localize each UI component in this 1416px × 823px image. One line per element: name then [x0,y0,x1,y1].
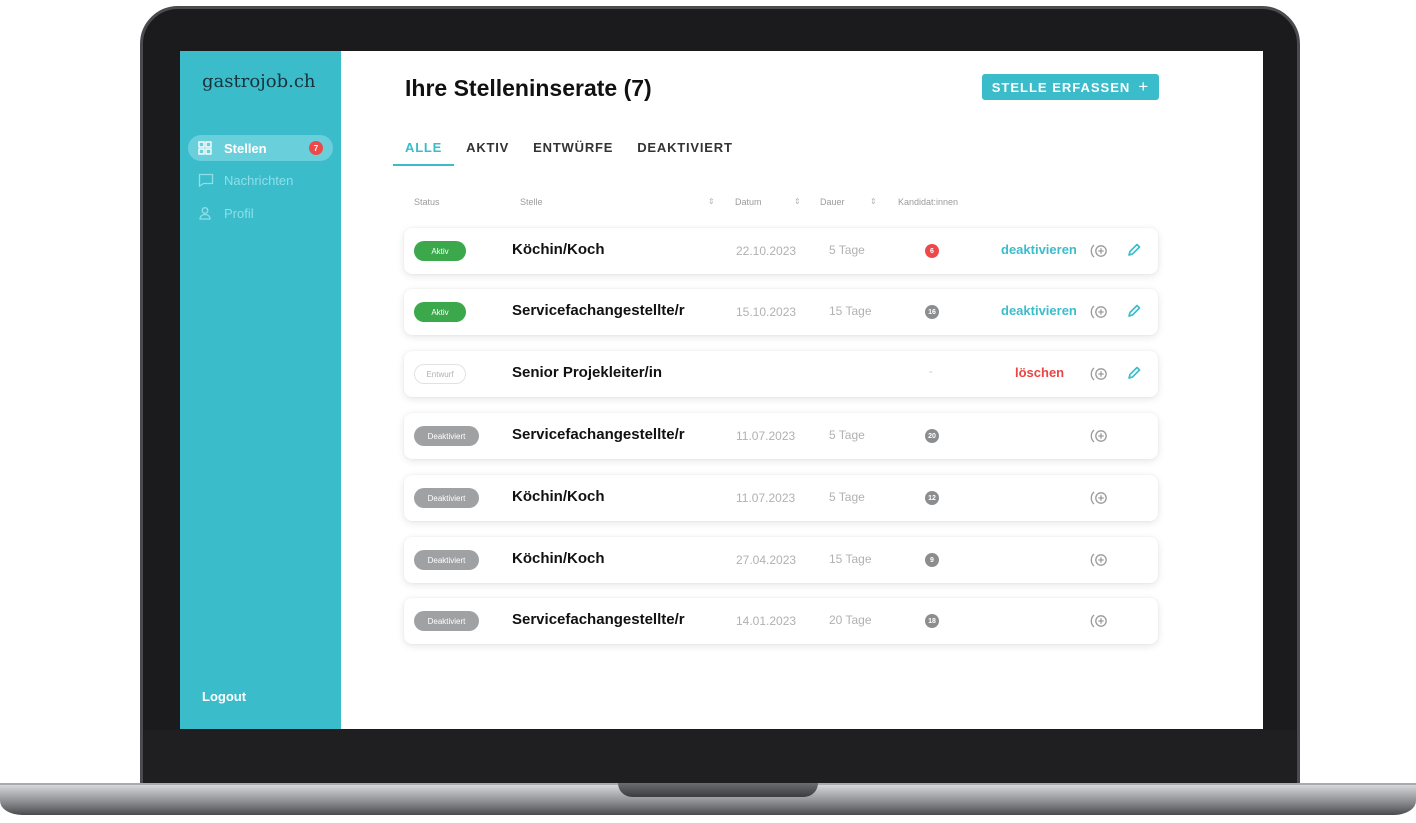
boost-icon[interactable] [1090,489,1110,507]
job-duration: 5 Tage [829,243,865,257]
edit-icon[interactable] [1126,365,1146,383]
job-title[interactable]: Servicefachangestellte/r [512,611,685,628]
sidebar-item-label: Stellen [224,140,267,156]
sort-icon[interactable]: ⇕ [794,197,801,206]
job-title[interactable]: Köchin/Koch [512,241,605,258]
tab-entwuerfe[interactable]: ENTWÜRFE [533,140,613,166]
tab-alle[interactable]: ALLE [392,140,455,166]
candidate-count-badge[interactable]: 12 [925,491,939,505]
status-badge: Aktiv [414,241,466,261]
job-date: 22.10.2023 [736,244,797,258]
deactivate-button[interactable]: deaktivieren [1001,242,1077,257]
job-title[interactable]: Köchin/Koch [512,488,605,505]
job-title[interactable]: Köchin/Koch [512,550,605,567]
user-icon [198,206,214,220]
status-badge: Entwurf [414,364,466,384]
job-date: 27.04.2023 [736,553,797,567]
status-badge: Deaktiviert [414,488,479,508]
sidebar-item-stellen[interactable]: Stellen 7 [188,135,333,161]
laptop-notch [618,783,818,797]
job-duration: 5 Tage [829,490,865,504]
candidate-count-badge[interactable]: 16 [925,305,939,319]
filter-tabs: ALLE AKTIV ENTWÜRFE DEAKTIVIERT [392,140,733,168]
job-date: 11.07.2023 [736,491,796,505]
tab-deaktiviert[interactable]: DEAKTIVIERT [637,140,732,166]
sort-icon[interactable]: ⇕ [708,197,715,206]
column-header-kandidaten: Kandidat:innen [898,197,959,207]
sidebar-item-label: Nachrichten [224,172,294,188]
tab-aktiv[interactable]: AKTIV [466,140,509,166]
notification-badge: 7 [309,141,323,155]
page-title: Ihre Stelleninserate (7) [405,75,652,101]
plus-icon: + [1138,77,1150,96]
boost-icon[interactable] [1090,365,1110,383]
candidate-count: - [929,366,933,378]
add-job-label: STELLE ERFASSEN [991,79,1131,95]
table-row[interactable]: Aktiv Köchin/Koch 22.10.2023 5 Tage 6 deaktiv… [404,228,1158,274]
table-row[interactable]: Deaktiviert Köchin/Koch 11.07.2023 5 Tage 12 [404,475,1158,521]
edit-icon[interactable] [1126,303,1146,321]
add-job-button[interactable]: STELLE ERFASSEN + [982,74,1159,100]
job-title[interactable]: Servicefachangestellte/r [512,302,685,319]
job-duration: 20 Tage [829,613,872,627]
logout-link[interactable]: Logout [202,689,246,704]
column-header-dauer[interactable]: Dauer [820,197,845,207]
edit-icon[interactable] [1126,242,1146,260]
sidebar-item-label: Profil [224,205,254,221]
candidate-count-badge[interactable]: 18 [925,614,939,628]
job-duration: 15 Tage [829,552,872,566]
job-duration: 5 Tage [829,428,865,442]
boost-icon[interactable] [1090,551,1110,569]
job-date: 14.01.2023 [736,614,797,628]
job-title[interactable]: Senior Projekleiter/in [512,364,662,381]
candidate-count-badge[interactable]: 9 [925,553,939,567]
job-date: 11.07.2023 [736,429,796,443]
candidate-count-badge[interactable]: 6 [925,244,939,258]
status-badge: Deaktiviert [414,611,479,631]
logo[interactable]: gastrojob.ch [202,71,316,92]
table-row[interactable]: Aktiv Servicefachangestellte/r 15.10.2023 1… [404,289,1158,335]
status-badge: Deaktiviert [414,550,479,570]
sidebar-item-profil[interactable]: Profil [188,200,333,226]
column-header-datum[interactable]: Datum [735,197,762,207]
job-duration: 15 Tage [829,304,872,318]
job-date: 15.10.2023 [736,305,797,319]
candidate-count-badge[interactable]: 20 [925,429,939,443]
sort-icon[interactable]: ⇕ [870,197,877,206]
app-screen: gastrojob.ch Stellen 7 Nachrichten Profi… [180,51,1263,729]
table-row[interactable]: Entwurf Senior Projekleiter/in - löschen [404,351,1158,397]
table-row[interactable]: Deaktiviert Servicefachangestellte/r 11.07… [404,413,1158,459]
column-header-status: Status [414,197,440,207]
sidebar-item-nachrichten[interactable]: Nachrichten [188,167,333,193]
boost-icon[interactable] [1090,242,1110,260]
sidebar: gastrojob.ch Stellen 7 Nachrichten Profi… [180,51,341,729]
boost-icon[interactable] [1090,612,1110,630]
column-header-stelle[interactable]: Stelle [520,197,543,207]
grid-icon [198,141,214,155]
table-row[interactable]: Deaktiviert Köchin/Koch 27.04.2023 15 Tage 9 [404,537,1158,583]
job-title[interactable]: Servicefachangestellte/r [512,426,685,443]
delete-button[interactable]: löschen [1015,365,1064,380]
laptop-chin [143,730,1297,786]
boost-icon[interactable] [1090,427,1110,445]
deactivate-button[interactable]: deaktivieren [1001,303,1077,318]
status-badge: Deaktiviert [414,426,479,446]
table-row[interactable]: Deaktiviert Servicefachangestellte/r 14.01… [404,598,1158,644]
chat-icon [198,173,214,188]
boost-icon[interactable] [1090,303,1110,321]
status-badge: Aktiv [414,302,466,322]
